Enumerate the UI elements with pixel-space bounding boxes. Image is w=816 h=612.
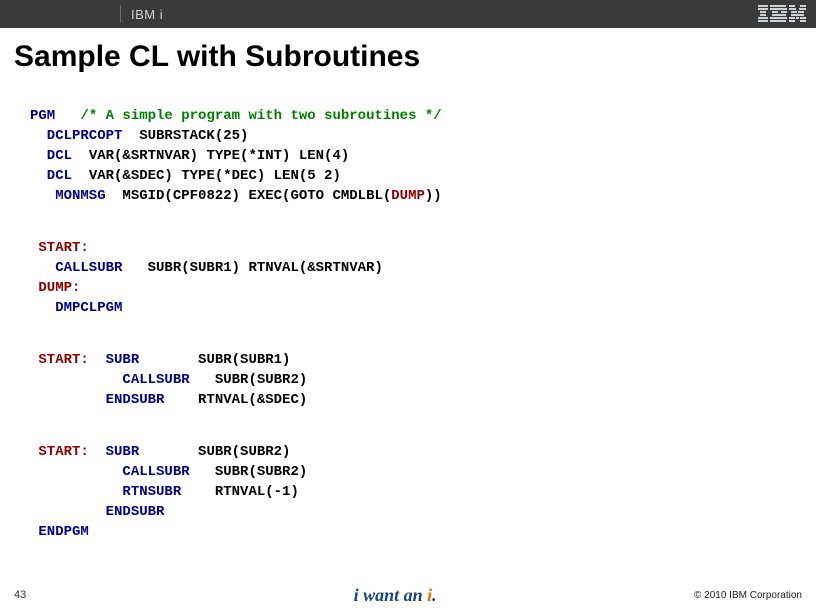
code-args: RTNVAL(-1): [181, 484, 299, 500]
code-kw: SUBR: [89, 352, 139, 368]
code-kw: DCL: [30, 168, 72, 184]
code-label: DUMP:: [30, 280, 80, 296]
code-kw: SUBR: [89, 444, 139, 460]
code-args: SUBR(SUBR2): [190, 372, 308, 388]
ibm-logo-icon: [758, 5, 806, 23]
tagline-part1: i want an: [354, 585, 428, 605]
brand-text: IBM i: [131, 7, 163, 22]
code-args: )): [425, 188, 442, 204]
code-args: SUBR(SUBR1) RTNVAL(&SRTNVAR): [122, 260, 382, 276]
brand-block: IBM i: [0, 5, 163, 23]
code-kw: ENDSUBR: [30, 504, 164, 520]
code-label-ref: DUMP: [391, 188, 425, 204]
code-kw: RTNSUBR: [30, 484, 181, 500]
page-number: 43: [14, 589, 26, 601]
code-comment: /* A simple program with two subroutines…: [55, 108, 441, 124]
footer-bar: 43 i want an i. © 2010 IBM Corporation: [0, 578, 816, 612]
code-kw: PGM: [30, 108, 55, 124]
slide-title: Sample CL with Subroutines: [14, 40, 420, 74]
code-kw: ENDPGM: [30, 524, 89, 540]
code-args: SUBR(SUBR2): [139, 444, 290, 460]
header-bar: IBM i: [0, 0, 816, 28]
tagline: i want an i.: [354, 585, 437, 606]
code-block: PGM /* A simple program with two subrout…: [30, 86, 786, 542]
code-args: VAR(&SDEC) TYPE(*DEC) LEN(5 2): [72, 168, 341, 184]
code-kw: CALLSUBR: [30, 260, 122, 276]
code-label: START:: [30, 444, 89, 460]
brand-separator: [120, 5, 121, 23]
code-label: START:: [30, 352, 89, 368]
code-kw: DCL: [30, 148, 72, 164]
copyright-text: © 2010 IBM Corporation: [694, 590, 802, 601]
code-args: SUBR(SUBR1): [139, 352, 290, 368]
code-kw: DCLPRCOPT: [30, 128, 122, 144]
code-args: MSGID(CPF0822) EXEC(GOTO CMDLBL(: [106, 188, 392, 204]
code-label: START:: [30, 240, 89, 256]
code-args: VAR(&SRTNVAR) TYPE(*INT) LEN(4): [72, 148, 349, 164]
code-kw: CALLSUBR: [30, 464, 190, 480]
code-kw: ENDSUBR: [30, 392, 164, 408]
code-kw: DMPCLPGM: [30, 300, 122, 316]
tagline-part2: .: [432, 585, 437, 605]
code-args: SUBR(SUBR2): [190, 464, 308, 480]
code-kw: CALLSUBR: [30, 372, 190, 388]
code-args: SUBRSTACK(25): [122, 128, 248, 144]
code-kw: MONMSG: [30, 188, 106, 204]
code-args: RTNVAL(&SDEC): [164, 392, 307, 408]
